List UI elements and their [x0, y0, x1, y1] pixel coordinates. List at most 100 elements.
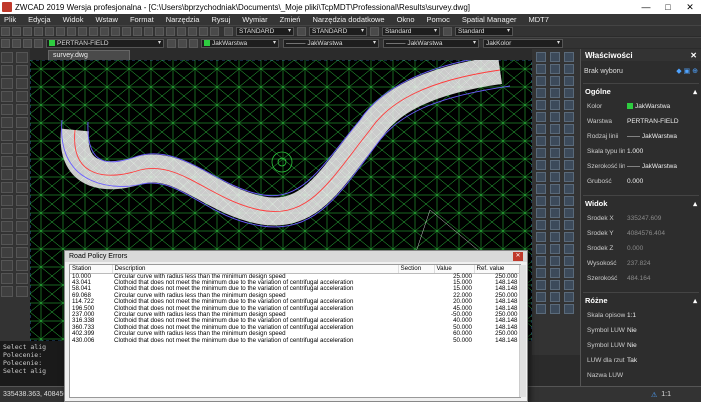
make-current-icon[interactable] [167, 38, 176, 48]
tool-icon[interactable] [564, 64, 574, 74]
hatch-icon[interactable] [1, 234, 13, 245]
color-select[interactable]: JakWarstwa ▾ [201, 38, 279, 48]
property-row[interactable]: LUW dla rzutniTak [583, 353, 699, 368]
column-header-ref-value[interactable]: Ref. value [474, 265, 520, 274]
tool-icon[interactable] [536, 76, 546, 86]
tool-icon[interactable] [564, 160, 574, 170]
tool-icon[interactable] [564, 112, 574, 122]
calculator-icon[interactable] [199, 26, 208, 36]
tool-icon[interactable] [550, 172, 560, 182]
make-block-icon[interactable] [1, 208, 13, 219]
tool-icon[interactable] [536, 112, 546, 122]
tool-icon[interactable] [564, 292, 574, 302]
property-row[interactable]: Szerokość 484.164 [583, 271, 699, 286]
tool-icon[interactable] [564, 280, 574, 290]
property-row[interactable]: Symbol LUW włą...Nie [583, 323, 699, 338]
tool-icon[interactable] [536, 124, 546, 134]
column-header-section[interactable]: Section [398, 265, 435, 274]
edit-spline-icon[interactable] [16, 273, 28, 284]
zoom-window-icon[interactable] [144, 26, 153, 36]
design-center-icon[interactable] [177, 26, 186, 36]
bulb-icon[interactable] [12, 38, 21, 48]
polyline-icon[interactable] [1, 78, 13, 89]
insert-block-icon[interactable] [1, 195, 13, 206]
maximize-button[interactable]: □ [657, 2, 679, 12]
copy-icon[interactable] [67, 26, 76, 36]
properties-icon[interactable] [166, 26, 175, 36]
tool-icon[interactable] [564, 196, 574, 206]
trim-icon[interactable] [16, 169, 28, 180]
tool-icon[interactable] [550, 196, 560, 206]
menu-item[interactable]: Wymiar [242, 15, 267, 24]
line-icon[interactable] [1, 52, 13, 63]
fillet-icon[interactable] [16, 234, 28, 245]
close-icon[interactable]: ✕ [690, 51, 697, 60]
arc-icon[interactable] [1, 117, 13, 128]
join-icon[interactable] [16, 208, 28, 219]
tool-icon[interactable] [536, 232, 546, 242]
offset-icon[interactable] [16, 91, 28, 102]
property-row[interactable]: Nazwa LUW [583, 368, 699, 383]
layer-previous-icon[interactable] [178, 38, 187, 48]
zoom-realtime-icon[interactable] [133, 26, 142, 36]
tool-icon[interactable] [536, 88, 546, 98]
tool-icon[interactable] [536, 160, 546, 170]
tool-icon[interactable] [564, 88, 574, 98]
column-header-station[interactable]: Station [70, 265, 113, 274]
column-header-value[interactable]: Value [434, 265, 475, 274]
dialog-close-button[interactable]: ✕ [513, 252, 523, 261]
tool-icon[interactable] [550, 64, 560, 74]
lock-icon[interactable] [34, 38, 43, 48]
array-icon[interactable] [16, 104, 28, 115]
tool-icon[interactable] [536, 304, 546, 314]
tool-icon[interactable] [550, 160, 560, 170]
tool-icon[interactable] [536, 100, 546, 110]
document-tab[interactable]: survey.dwg [48, 50, 130, 60]
property-row[interactable]: Szerokość linii —— JakWarstwa [583, 159, 699, 174]
tool-icon[interactable] [550, 76, 560, 86]
tool-icon[interactable] [550, 184, 560, 194]
table-icon[interactable] [1, 273, 13, 284]
close-button[interactable]: ✕ [679, 2, 701, 13]
minimize-button[interactable]: — [635, 2, 657, 12]
layer-select[interactable]: PERTRAN-FIELD ▾ [46, 38, 164, 48]
tool-icon[interactable] [564, 124, 574, 134]
property-row[interactable]: Skala typu linii 1.000 [583, 144, 699, 159]
tool-icon[interactable] [536, 256, 546, 266]
tool-icon[interactable] [550, 220, 560, 230]
tool-icon[interactable] [564, 76, 574, 86]
menu-item[interactable]: Plik [4, 15, 16, 24]
tool-icon[interactable] [536, 208, 546, 218]
redo-icon[interactable] [111, 26, 120, 36]
menu-item[interactable]: MDT7 [529, 15, 549, 24]
rectangle-icon[interactable] [1, 104, 13, 115]
tool-icon[interactable] [536, 136, 546, 146]
move-icon[interactable] [16, 117, 28, 128]
column-header-description[interactable]: Description [112, 265, 399, 274]
tool-icon[interactable] [536, 292, 546, 302]
tool-icon[interactable] [550, 88, 560, 98]
property-row[interactable]: Wysokość 237.824 [583, 256, 699, 271]
tool-icon[interactable] [550, 244, 560, 254]
annotation-scale[interactable]: 1:1 [661, 391, 671, 398]
tool-icon[interactable] [564, 208, 574, 218]
tool-icon[interactable] [536, 196, 546, 206]
gradient-icon[interactable] [1, 247, 13, 258]
tool-icon[interactable] [536, 220, 546, 230]
rotate-icon[interactable] [16, 130, 28, 141]
break-icon[interactable] [16, 195, 28, 206]
tool-icon[interactable] [550, 292, 560, 302]
section-header[interactable]: Widok ▴ [583, 196, 699, 211]
property-row[interactable]: Grubość 0.000 [583, 174, 699, 189]
tool-icon[interactable] [550, 304, 560, 314]
tool-icon[interactable] [564, 232, 574, 242]
tool-icon[interactable] [536, 280, 546, 290]
region-icon[interactable] [1, 260, 13, 271]
tool-icon[interactable] [564, 172, 574, 182]
multileader-style-select[interactable]: Standard ▾ [455, 26, 513, 36]
dialog-title-bar[interactable]: Road Policy Errors ✕ [65, 251, 527, 262]
tool-icon[interactable] [550, 112, 560, 122]
paste-icon[interactable] [78, 26, 87, 36]
tool-icon[interactable] [550, 256, 560, 266]
scale-icon[interactable] [16, 143, 28, 154]
